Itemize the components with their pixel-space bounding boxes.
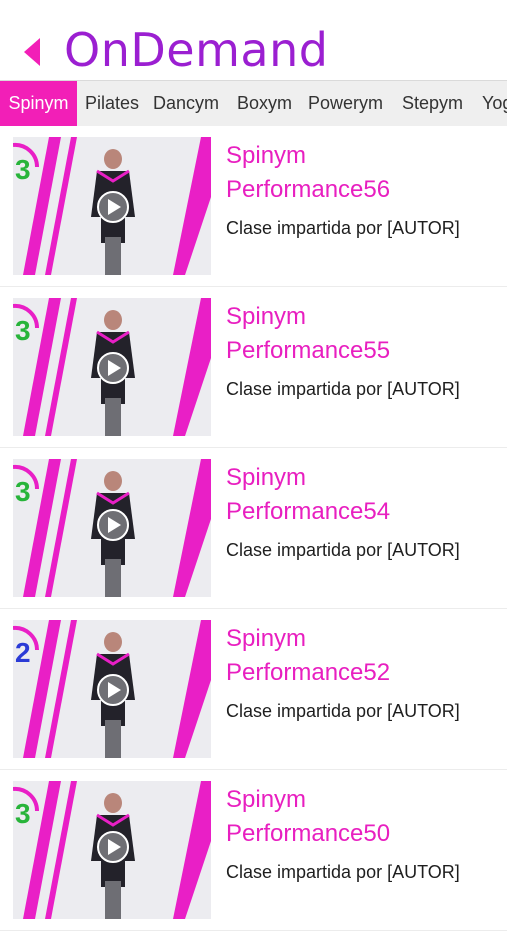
video-title: Spinym Performance54 [226,461,496,529]
level-badge: 2 [15,637,31,668]
back-arrow-icon [24,38,40,66]
video-title-line1: Spinym [226,625,307,652]
level-badge: 3 [15,154,31,185]
video-title-line1: Spinym [226,303,307,330]
back-button[interactable] [22,38,44,66]
video-title-line2: Performance56 [226,176,391,203]
thumbnail-art: 3 [13,298,211,436]
video-item[interactable]: 3 Spinym Performance50 Clase impartida p… [0,769,507,931]
thumbnail-art: 2 [13,620,211,758]
video-title-line2: Performance52 [226,659,391,686]
video-thumbnail: 2 [13,620,211,758]
video-thumbnail: 3 [13,459,211,597]
tab-yoga[interactable]: Yoga [482,81,507,126]
thumbnail-art: 3 [13,459,211,597]
video-title-line2: Performance55 [226,337,391,364]
video-item[interactable]: 3 Spinym Performance54 Clase impartida p… [0,447,507,609]
video-item[interactable]: 3 Spinym Performance55 Clase impartida p… [0,286,507,448]
tab-dancym[interactable]: Dancym [153,81,219,126]
tab-boxym[interactable]: Boxym [237,81,292,126]
video-title: Spinym Performance50 [226,783,496,851]
video-title: Spinym Performance55 [226,300,496,368]
video-title: Spinym Performance56 [226,139,496,207]
video-title: Spinym Performance52 [226,622,496,690]
video-title-line2: Performance50 [226,820,391,847]
tab-spinym[interactable]: Spinym [0,81,77,126]
video-thumbnail: 3 [13,298,211,436]
category-tabs: Spinym Pilates Dancym Boxym Powerym Step… [0,80,507,126]
video-title-line2: Performance54 [226,498,391,525]
tab-stepym[interactable]: Stepym [402,81,463,126]
video-title-line1: Spinym [226,464,307,491]
video-thumbnail: 3 [13,781,211,919]
video-title-line1: Spinym [226,142,307,169]
video-title-line1: Spinym [226,786,307,813]
video-subtitle: Clase impartida por [AUTOR] [226,862,460,882]
thumbnail-art: 3 [13,781,211,919]
level-badge: 3 [15,476,31,507]
tab-powerym[interactable]: Powerym [308,81,383,126]
video-subtitle: Clase impartida por [AUTOR] [226,218,460,238]
video-subtitle: Clase impartida por [AUTOR] [226,540,460,560]
page-title: OnDemand [64,23,329,77]
video-subtitle: Clase impartida por [AUTOR] [226,701,460,721]
thumbnail-art: 3 [13,137,211,275]
video-item[interactable]: 2 Spinym Performance52 Clase impartida p… [0,608,507,770]
header: OnDemand [0,0,507,80]
tab-pilates[interactable]: Pilates [85,81,139,126]
video-subtitle: Clase impartida por [AUTOR] [226,379,460,399]
video-item[interactable]: 3 Spinym Performance56 Clase impartida p… [0,125,507,287]
level-badge: 3 [15,315,31,346]
video-thumbnail: 3 [13,137,211,275]
level-badge: 3 [15,798,31,829]
